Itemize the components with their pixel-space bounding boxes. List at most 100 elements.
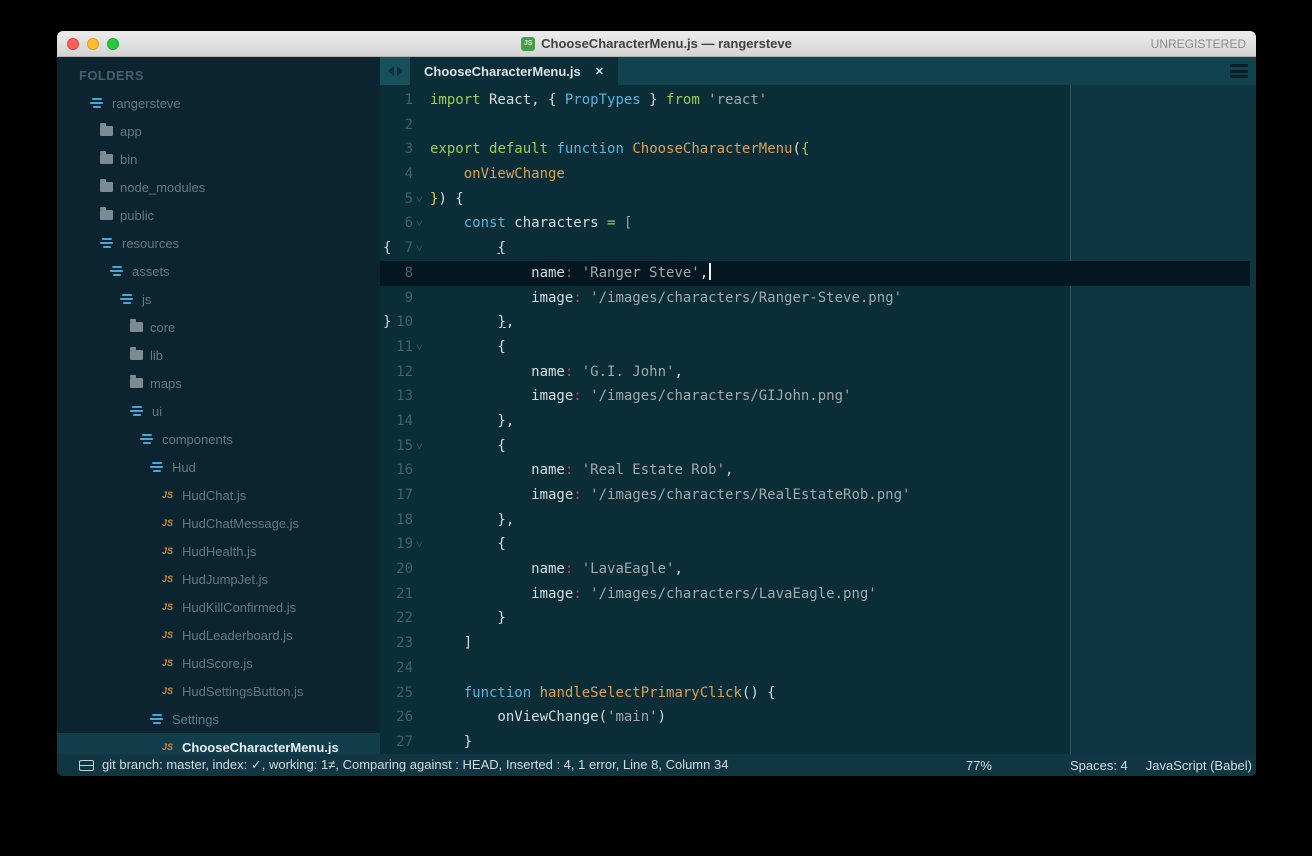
sidebar-item-bin[interactable]: bin (57, 145, 380, 173)
code-line-23[interactable]: 23 ] (380, 631, 1256, 656)
sidebar-item-label: assets (132, 264, 170, 279)
folder-icon (130, 378, 143, 388)
code-line-21[interactable]: 21 image: '/images/characters/LavaEagle.… (380, 582, 1256, 607)
tab-close-icon[interactable]: ✕ (595, 65, 604, 78)
code-line-13[interactable]: 13 image: '/images/characters/GIJohn.png… (380, 384, 1256, 409)
sidebar-item-js[interactable]: js (57, 285, 380, 313)
fold-arrow-icon[interactable]: ˅ (416, 434, 430, 459)
status-indent[interactable]: Spaces: 4 (1070, 758, 1128, 773)
fold-arrow-icon[interactable]: ˅ (416, 236, 430, 261)
code-line-25[interactable]: 25 function handleSelectPrimaryClick() { (380, 681, 1256, 706)
zoom-window-button[interactable] (107, 38, 119, 50)
sidebar-item-label: bin (120, 152, 137, 167)
gutter: 24 (380, 656, 430, 681)
sidebar-item-ui[interactable]: ui (57, 397, 380, 425)
open-folder-icon (150, 462, 165, 472)
sidebar-item-hudleaderboard-js[interactable]: JSHudLeaderboard.js (57, 621, 380, 649)
code-line-17[interactable]: 17 image: '/images/characters/RealEstate… (380, 483, 1256, 508)
code-line-8[interactable]: 8 name: 'Ranger Steve', (380, 261, 1256, 286)
fold-arrow-icon[interactable]: ˅ (416, 335, 430, 360)
scrollbar-track[interactable] (1250, 85, 1256, 754)
next-tab-icon[interactable] (397, 66, 403, 76)
code-line-22[interactable]: 22 } (380, 606, 1256, 631)
code-text: name: 'Ranger Steve', (430, 261, 711, 286)
open-folder-icon (150, 714, 165, 724)
sidebar-item-lib[interactable]: lib (57, 341, 380, 369)
gutter: 13 (380, 384, 430, 409)
code-line-9[interactable]: 9 image: '/images/characters/Ranger-Stev… (380, 286, 1256, 311)
fold-arrow-icon[interactable]: ˅ (416, 211, 430, 236)
code-line-1[interactable]: 1import React, { PropTypes } from 'react… (380, 88, 1256, 113)
sidebar-item-hudhealth-js[interactable]: JSHudHealth.js (57, 537, 380, 565)
sidebar-item-resources[interactable]: resources (57, 229, 380, 257)
gutter: 11˅ (380, 335, 430, 360)
code-text: name: 'LavaEagle', (430, 557, 683, 582)
line-number: 18 (380, 508, 413, 533)
code-line-5[interactable]: 5˅}) { (380, 187, 1256, 212)
prev-tab-icon[interactable] (388, 66, 394, 76)
sidebar-item-settings[interactable]: Settings (57, 705, 380, 733)
license-badge: UNREGISTERED (1151, 37, 1256, 51)
code-line-3[interactable]: 3export default function ChooseCharacter… (380, 137, 1256, 162)
code-line-15[interactable]: 15˅ { (380, 434, 1256, 459)
code-text: import React, { PropTypes } from 'react' (430, 88, 767, 113)
status-syntax[interactable]: JavaScript (Babel) (1146, 758, 1252, 773)
close-window-button[interactable] (67, 38, 79, 50)
fold-arrow-icon[interactable]: ˅ (416, 187, 430, 212)
code-text: onViewChange('main') (430, 705, 666, 730)
sidebar-item-hud[interactable]: Hud (57, 453, 380, 481)
fold-arrow-icon[interactable]: ˅ (416, 532, 430, 557)
code-line-27[interactable]: 27 } (380, 730, 1256, 754)
code-line-6[interactable]: 6˅ const characters = [ (380, 211, 1256, 236)
code-line-26[interactable]: 26 onViewChange('main') (380, 705, 1256, 730)
sidebar-item-hudchatmessage-js[interactable]: JSHudChatMessage.js (57, 509, 380, 537)
sidebar-item-choosecharactermenu-js[interactable]: JSChooseCharacterMenu.js (57, 733, 380, 754)
code-line-24[interactable]: 24 (380, 656, 1256, 681)
code-line-19[interactable]: 19˅ { (380, 532, 1256, 557)
sidebar-item-core[interactable]: core (57, 313, 380, 341)
sidebar-item-hudscore-js[interactable]: JSHudScore.js (57, 649, 380, 677)
sidebar-item-node-modules[interactable]: node_modules (57, 173, 380, 201)
sidebar-item-app[interactable]: app (57, 117, 380, 145)
line-number: 7 (380, 236, 413, 261)
gutter: 4 (380, 162, 430, 187)
code-text: image: '/images/characters/Ranger-Steve.… (430, 286, 902, 311)
code-text: { (430, 434, 506, 459)
code-line-11[interactable]: 11˅ { (380, 335, 1256, 360)
sidebar-item-assets[interactable]: assets (57, 257, 380, 285)
js-file-icon: JS (160, 602, 175, 612)
sidebar-item-label: HudChat.js (182, 488, 246, 503)
code-line-16[interactable]: 16 name: 'Real Estate Rob', (380, 458, 1256, 483)
sidebar-item-hudkillconfirmed-js[interactable]: JSHudKillConfirmed.js (57, 593, 380, 621)
sidebar-item-hudsettingsbutton-js[interactable]: JSHudSettingsButton.js (57, 677, 380, 705)
code-line-4[interactable]: 4 onViewChange (380, 162, 1256, 187)
code-line-10[interactable]: }10 }, (380, 310, 1256, 335)
line-number: 19 (380, 532, 413, 557)
sidebar-item-public[interactable]: public (57, 201, 380, 229)
code-line-18[interactable]: 18 }, (380, 508, 1256, 533)
code-text: image: '/images/characters/LavaEagle.png… (430, 582, 877, 607)
sidebar-item-label: resources (122, 236, 179, 251)
sidebar-item-label: HudScore.js (182, 656, 253, 671)
code-text: image: '/images/characters/GIJohn.png' (430, 384, 851, 409)
sidebar-tree: rangersteveapp bin node_modulespublic resou… (57, 89, 380, 754)
code-line-20[interactable]: 20 name: 'LavaEagle', (380, 557, 1256, 582)
code-line-14[interactable]: 14 }, (380, 409, 1256, 434)
code-line-2[interactable]: 2 (380, 113, 1256, 138)
gutter: {7˅ (380, 236, 430, 261)
code-area[interactable]: 1import React, { PropTypes } from 'react… (380, 85, 1256, 754)
code-line-7[interactable]: {7˅ { (380, 236, 1256, 261)
tab-overflow-menu-icon[interactable] (1230, 64, 1248, 78)
tab-active[interactable]: ChooseCharacterMenu.js ✕ (410, 57, 618, 85)
sidebar-item-hudchat-js[interactable]: JSHudChat.js (57, 481, 380, 509)
minimize-window-button[interactable] (87, 38, 99, 50)
sidebar-item-rangersteve[interactable]: rangersteve (57, 89, 380, 117)
line-number: 6 (380, 211, 413, 236)
line-number: 12 (380, 360, 413, 385)
code-line-12[interactable]: 12 name: 'G.I. John', (380, 360, 1256, 385)
panel-toggle-icon[interactable] (79, 760, 94, 771)
sidebar-item-maps[interactable]: maps (57, 369, 380, 397)
sidebar-item-hudjumpjet-js[interactable]: JSHudJumpJet.js (57, 565, 380, 593)
sidebar-item-components[interactable]: components (57, 425, 380, 453)
open-folder-icon (110, 266, 125, 276)
